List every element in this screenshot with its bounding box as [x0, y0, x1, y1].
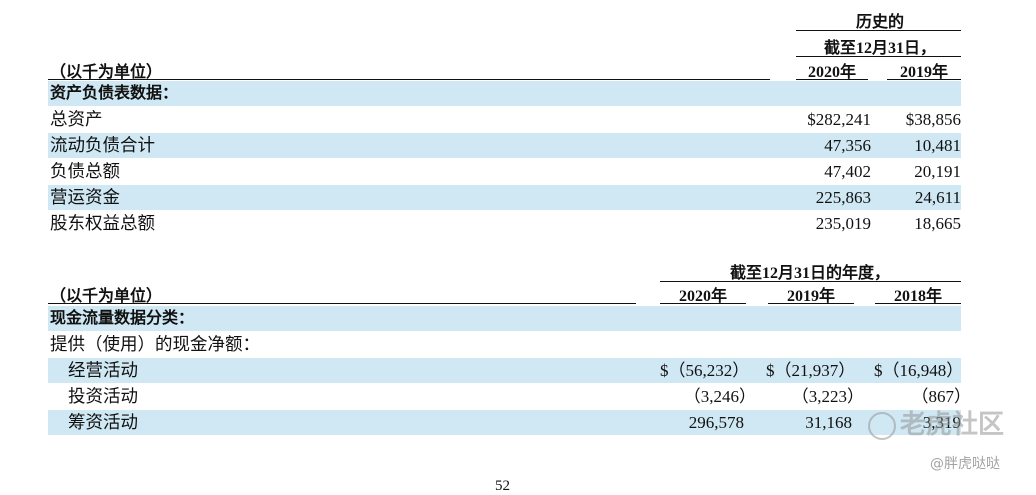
value-2019: 20,191 — [914, 162, 961, 181]
cashflow-header-rule-2018 — [875, 303, 961, 304]
value-2019: 24,611 — [914, 188, 961, 207]
table-row: 投资活动 （3,246） （3,223） （867） — [48, 384, 971, 409]
row-label: 经营活动 — [68, 360, 138, 380]
table-row: 负债总额 47,402 20,191 — [48, 159, 961, 184]
balance-group-header: 历史的 — [855, 14, 904, 31]
cashflow-subheading-row: 提供（使用）的现金净额： — [48, 332, 961, 357]
cashflow-subheading: 提供（使用）的现金净额： — [50, 334, 260, 354]
balance-header-rule-2019 — [887, 79, 961, 80]
value-2020: 47,402 — [824, 162, 871, 181]
balance-date-rule — [796, 56, 961, 57]
value-2020: $（56,232） — [660, 361, 750, 380]
value-2019: 18,665 — [914, 214, 961, 233]
table-row: 总资产 $282,241 $38,856 — [48, 107, 961, 132]
cashflow-header-rule-2019 — [768, 303, 854, 304]
table-row: 营运资金 225,863 24,611 — [48, 185, 961, 210]
value-2020: $282,241 — [807, 110, 871, 129]
table-row: 股东权益总额 235,019 18,665 — [48, 211, 961, 236]
balance-header-rule-2020 — [796, 79, 868, 80]
watermark-brand: 老虎社区 — [868, 404, 1004, 441]
value-2020: 225,863 — [815, 188, 871, 207]
value-2019: $（21,937） — [766, 361, 856, 380]
balance-group-rule — [796, 30, 961, 31]
tiger-logo-icon — [868, 411, 896, 440]
value-2019: （3,223） — [791, 387, 864, 406]
cashflow-date-header: 截至12月31日的年度， — [729, 265, 890, 282]
balance-section-row: 资产负债表数据： — [48, 81, 961, 106]
value-2020: 47,356 — [824, 136, 871, 155]
row-label: 总资产 — [50, 109, 103, 129]
cashflow-section-row: 现金流量数据分类： — [48, 306, 961, 331]
table-row: 流动负债合计 47,356 10,481 — [48, 133, 961, 158]
row-label: 股东权益总额 — [50, 213, 155, 233]
row-label: 投资活动 — [68, 386, 138, 406]
value-2020: （3,246） — [683, 387, 756, 406]
value-2019: $38,856 — [905, 110, 961, 129]
row-label: 流动负债合计 — [50, 135, 155, 155]
row-label: 营运资金 — [50, 187, 120, 207]
value-2020: 296,578 — [688, 413, 744, 432]
value-2019: 31,168 — [805, 413, 852, 432]
row-label: 负债总额 — [50, 161, 120, 181]
balance-section-title: 资产负债表数据： — [50, 85, 179, 102]
balance-date-header: 截至12月31日， — [823, 40, 936, 57]
table-row: 经营活动 $（56,232） $（21,937） $（16,948） — [48, 358, 963, 383]
cashflow-header-rule-left — [48, 303, 636, 304]
value-2020: 235,019 — [815, 214, 871, 233]
watermark-brand-text: 老虎社区 — [900, 410, 1005, 440]
cashflow-section-title: 现金流量数据分类： — [50, 310, 195, 327]
table-row: 筹资活动 296,578 31,168 3,319 — [48, 410, 961, 435]
value-2018: $（16,948） — [874, 361, 964, 380]
value-2019: 10,481 — [914, 136, 961, 155]
balance-header-rule-left — [48, 79, 770, 80]
row-label: 筹资活动 — [68, 412, 138, 432]
watermark-handle: @胖虎哒哒 — [930, 456, 1000, 472]
cashflow-header-rule-2020 — [660, 303, 746, 304]
